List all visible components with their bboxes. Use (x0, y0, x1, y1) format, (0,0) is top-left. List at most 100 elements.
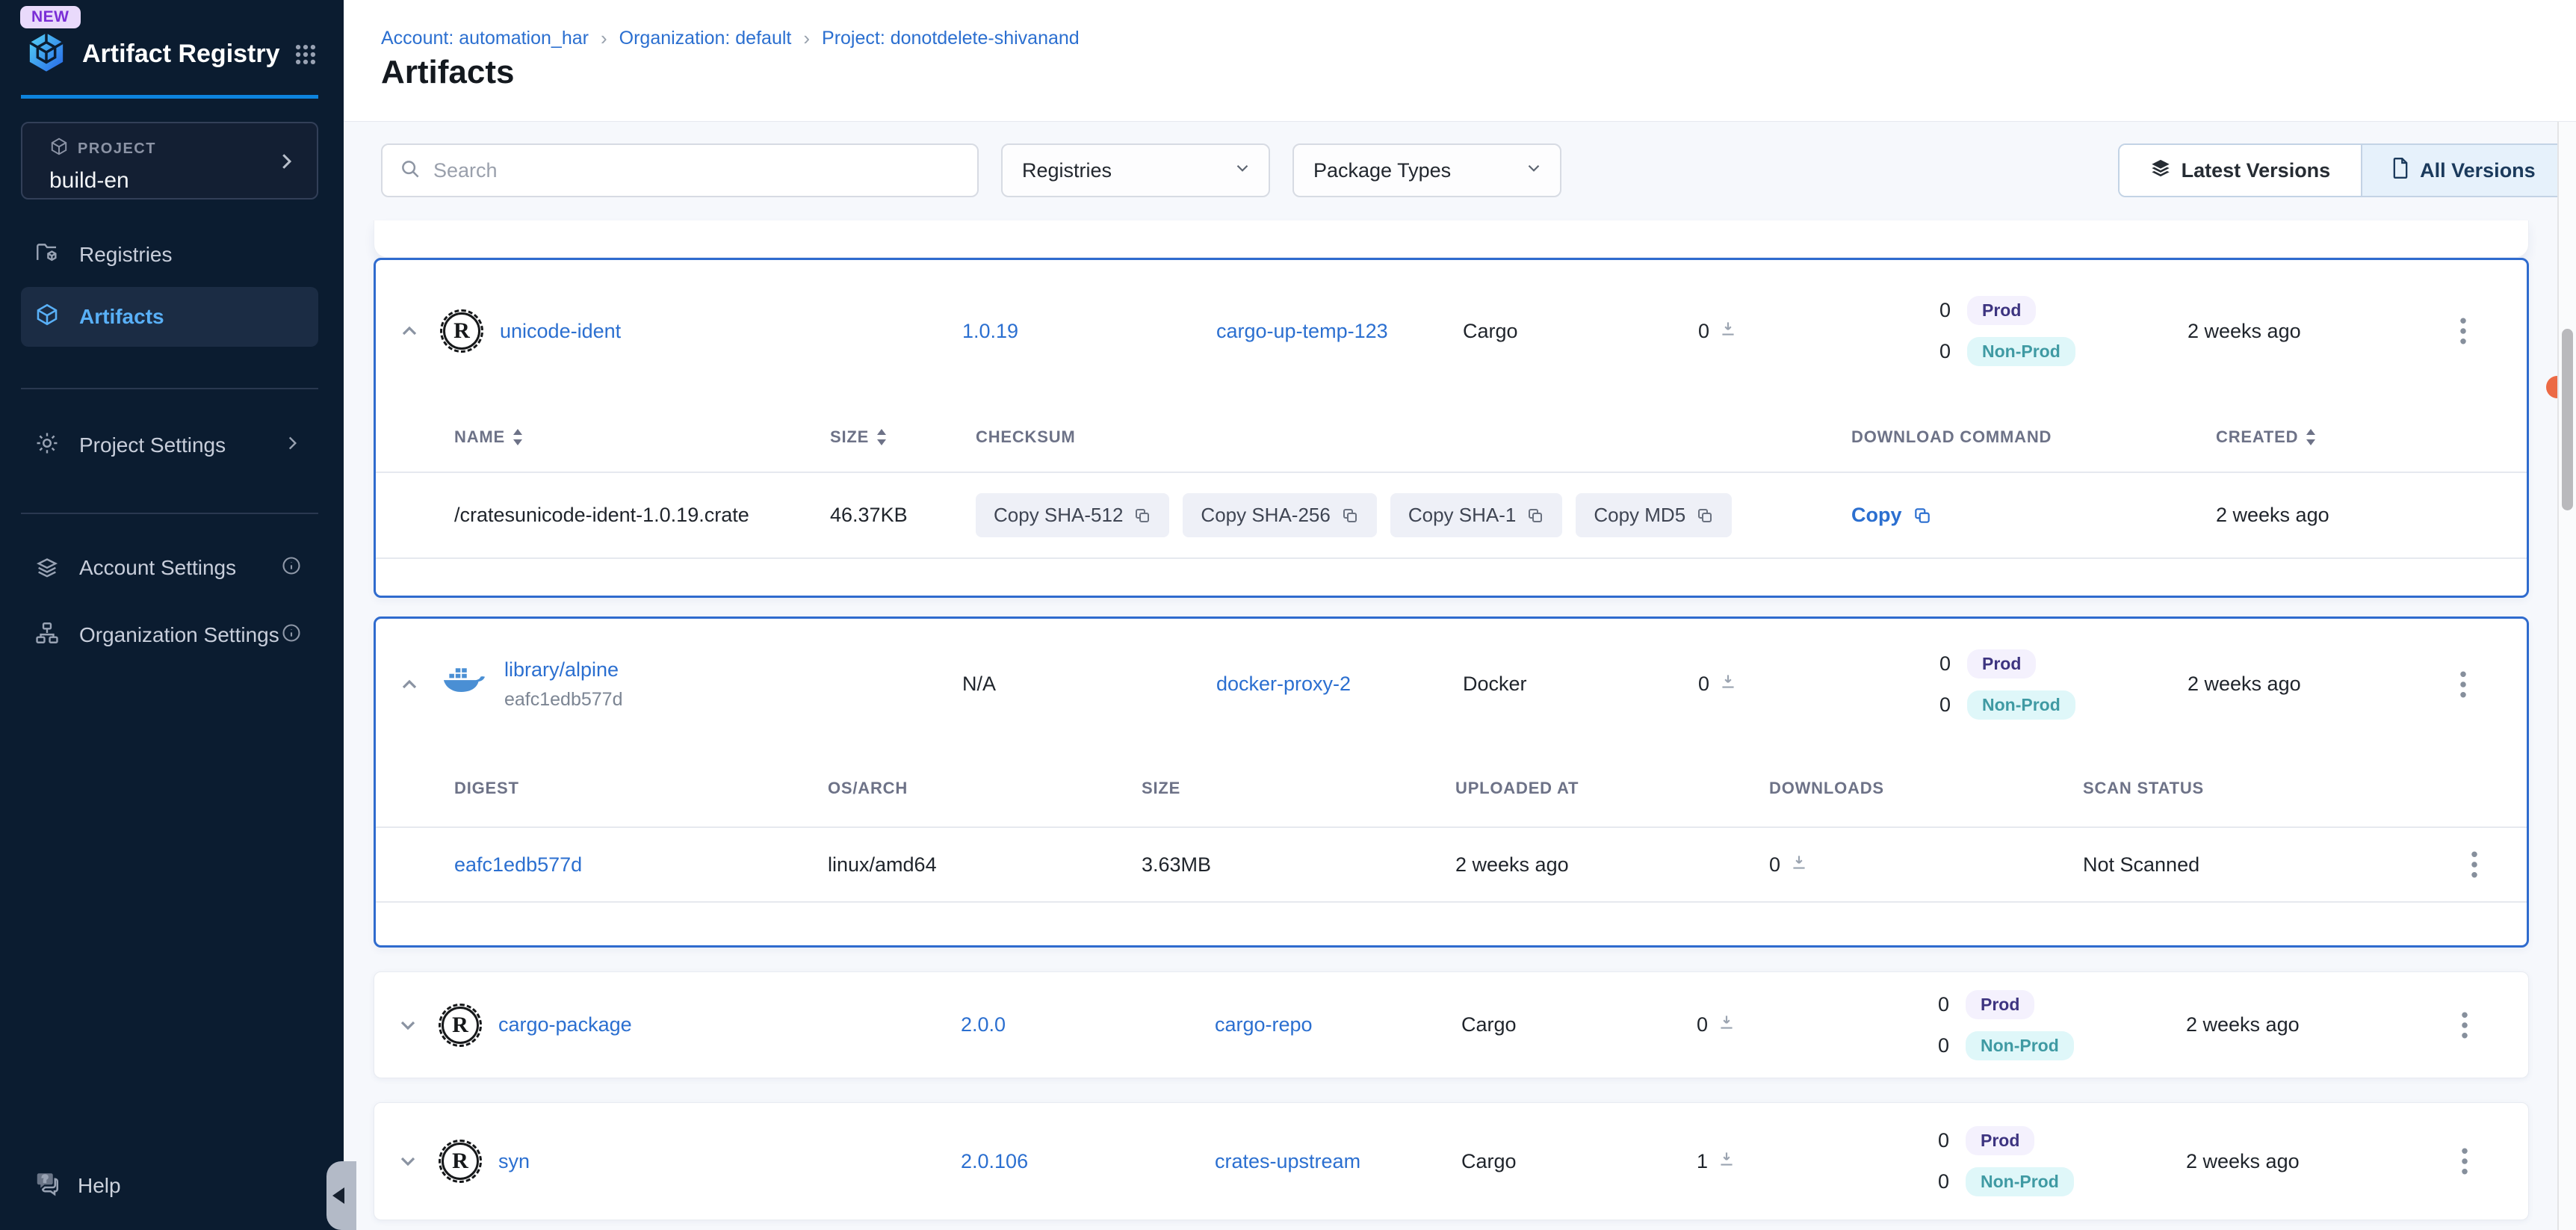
expand-row-button[interactable] (396, 1149, 420, 1173)
non-prod-count: 0 (1937, 340, 1951, 363)
row-menu-button[interactable] (2471, 850, 2478, 880)
copy-sha512-button[interactable]: Copy SHA-512 (976, 493, 1169, 537)
guide-beacon[interactable] (2546, 376, 2557, 398)
artifact-name-link[interactable]: cargo-package (498, 1013, 632, 1036)
download-icon (1717, 1149, 1736, 1174)
copy-sha256-button[interactable]: Copy SHA-256 (1183, 493, 1376, 537)
scrollbar-thumb[interactable] (2562, 329, 2573, 510)
artifact-version-link[interactable]: 1.0.19 (962, 320, 1018, 343)
accent-divider (21, 95, 318, 99)
layers-icon (2150, 158, 2171, 184)
download-icon (1789, 853, 1809, 877)
artifact-version-link[interactable]: 2.0.0 (961, 1013, 1006, 1036)
project-label: PROJECT (78, 140, 156, 158)
scrollbar-track[interactable] (2557, 122, 2576, 1230)
breadcrumb-organization-link[interactable]: Organization: default (619, 28, 792, 49)
package-type: Docker (1463, 673, 1698, 696)
app-logo-icon (25, 31, 67, 77)
sidebar-item-account-settings[interactable]: Account Settings (21, 538, 318, 598)
column-header-scan-status: SCAN STATUS (2083, 779, 2422, 798)
prod-badge: Prod (1966, 990, 2034, 1019)
prod-count: 0 (1937, 299, 1951, 322)
copy-sha1-button[interactable]: Copy SHA-1 (1390, 493, 1563, 537)
sidebar-item-registries[interactable]: Registries (21, 225, 318, 285)
sidebar-item-artifacts[interactable]: Artifacts (21, 287, 318, 347)
artifact-registry-link[interactable]: crates-upstream (1215, 1150, 1360, 1173)
info-icon[interactable] (281, 622, 302, 649)
row-menu-button[interactable] (2461, 1146, 2468, 1176)
download-icon (1718, 672, 1738, 696)
downloads-count: 0 (1698, 320, 1709, 343)
artifact-registry-link[interactable]: cargo-up-temp-123 (1216, 320, 1388, 343)
artifact-version-link[interactable]: 2.0.106 (961, 1150, 1028, 1173)
expand-row-button[interactable] (396, 1013, 420, 1037)
registries-filter-dropdown[interactable]: Registries (1001, 143, 1270, 197)
artifact-name-link[interactable]: syn (498, 1150, 530, 1173)
row-menu-button[interactable] (2461, 1010, 2468, 1040)
sidebar-collapse-button[interactable] (326, 1161, 356, 1230)
digest-link[interactable]: eafc1edb577d (454, 853, 582, 877)
non-prod-badge: Non-Prod (1967, 690, 2075, 720)
breadcrumb-account-link[interactable]: Account: automation_har (381, 28, 589, 49)
registries-icon (34, 240, 60, 271)
breadcrumb-separator: › (803, 27, 810, 50)
column-header-uploaded-at: UPLOADED AT (1455, 779, 1769, 798)
digest-downloads-count: 0 (1769, 853, 1780, 877)
file-created: 2 weeks ago (2216, 504, 2527, 527)
column-header-created[interactable]: CREATED (2216, 427, 2527, 447)
breadcrumb-project-link[interactable]: Project: donotdelete-shivanand (822, 28, 1080, 49)
prod-count: 0 (1936, 993, 1949, 1016)
search-input[interactable] (433, 159, 961, 182)
new-badge: NEW (20, 6, 81, 28)
artifact-registry-link[interactable]: cargo-repo (1215, 1013, 1313, 1036)
sidebar-divider (21, 388, 318, 389)
artifact-name-link[interactable]: library/alpine (504, 658, 622, 682)
artifact-row: R syn 2.0.106 crates-upstream Cargo 1 (374, 1103, 2528, 1220)
info-icon[interactable] (281, 555, 302, 581)
digest-row: eafc1edb577d linux/amd64 3.63MB 2 weeks … (376, 828, 2527, 903)
file-name: /cratesunicode-ident-1.0.19.crate (454, 504, 830, 527)
row-menu-button[interactable] (2459, 670, 2467, 699)
digest-table-header: DIGEST OS/ARCH SIZE UPLOADED AT DOWNLOAD… (376, 750, 2527, 828)
scrolled-card-remnant (374, 220, 2529, 258)
app-switcher-icon[interactable] (293, 42, 318, 67)
chevron-down-icon (1524, 158, 1544, 183)
collapse-row-button[interactable] (397, 319, 421, 343)
docker-package-icon (443, 665, 485, 703)
column-header-os-arch: OS/ARCH (828, 779, 1142, 798)
sidebar-item-project-settings[interactable]: Project Settings (21, 415, 318, 475)
non-prod-badge: Non-Prod (1966, 1167, 2074, 1196)
cargo-package-icon: R (442, 1007, 479, 1044)
package-types-filter-dropdown[interactable]: Package Types (1292, 143, 1561, 197)
sidebar: NEW Artifact Registry (0, 0, 344, 1230)
package-type: Cargo (1461, 1150, 1697, 1173)
project-selector[interactable]: PROJECT build-en (21, 122, 318, 200)
downloads-count: 0 (1697, 1013, 1708, 1036)
row-menu-button[interactable] (2459, 316, 2467, 346)
latest-versions-button[interactable]: Latest Versions (2120, 145, 2361, 196)
page-header: Account: automation_har › Organization: … (344, 0, 2576, 122)
non-prod-badge: Non-Prod (1966, 1031, 2074, 1060)
column-header-download-command: DOWNLOAD COMMAND (1851, 427, 2216, 447)
created-at: 2 weeks ago (2186, 1150, 2401, 1173)
column-header-digest: DIGEST (454, 779, 828, 798)
artifact-registry-link[interactable]: docker-proxy-2 (1216, 673, 1351, 696)
all-versions-button[interactable]: All Versions (2361, 145, 2565, 196)
digest-uploaded-at: 2 weeks ago (1455, 853, 1769, 877)
artifact-name-link[interactable]: unicode-ident (500, 320, 621, 343)
downloads-count: 0 (1698, 673, 1709, 696)
content: Registries Package Types (344, 122, 2576, 1230)
copy-md5-button[interactable]: Copy MD5 (1576, 493, 1732, 537)
column-header-name[interactable]: NAME (454, 427, 830, 447)
collapse-left-icon (332, 1187, 344, 1204)
artifact-row: R cargo-package 2.0.0 cargo-repo Cargo 0 (374, 972, 2528, 1078)
copy-download-command-button[interactable]: Copy (1851, 504, 1932, 527)
column-header-size[interactable]: SIZE (830, 427, 976, 447)
sidebar-item-help[interactable]: ? Help (34, 1169, 121, 1202)
sidebar-item-organization-settings[interactable]: Organization Settings (21, 605, 318, 665)
prod-badge: Prod (1967, 649, 2036, 679)
svg-text:?: ? (42, 1173, 48, 1184)
collapse-row-button[interactable] (397, 673, 421, 696)
project-name: build-en (49, 168, 300, 194)
prod-badge: Prod (1966, 1126, 2034, 1155)
